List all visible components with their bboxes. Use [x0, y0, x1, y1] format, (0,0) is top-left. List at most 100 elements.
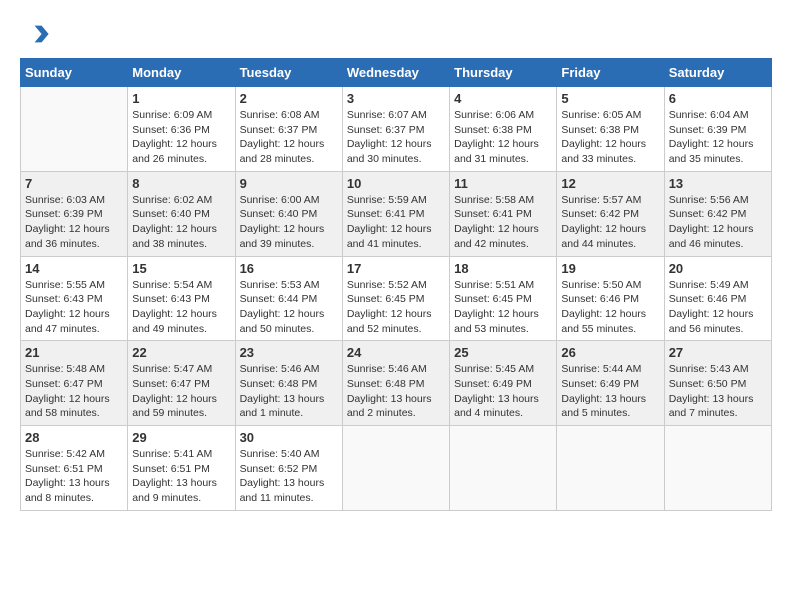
day-info: Sunrise: 6:09 AMSunset: 6:36 PMDaylight:… [132, 108, 230, 167]
calendar-cell: 17Sunrise: 5:52 AMSunset: 6:45 PMDayligh… [342, 256, 449, 341]
logo-icon [22, 20, 50, 48]
calendar-cell: 6 Sunrise: 6:04 AMSunset: 6:39 PMDaylight… [664, 87, 771, 172]
calendar-cell: 22Sunrise: 5:47 AMSunset: 6:47 PMDayligh… [128, 341, 235, 426]
calendar-cell: 21 Sunrise: 5:48 AMSunset: 6:47 PMDayligh… [21, 341, 128, 426]
day-info: Sunrise: 5:53 AMSunset: 6:44 PMDaylight:… [240, 278, 338, 337]
calendar-cell [664, 426, 771, 511]
calendar-header-thursday: Thursday [450, 59, 557, 87]
calendar-table: SundayMondayTuesdayWednesdayThursdayFrid… [20, 58, 772, 511]
logo [20, 20, 50, 48]
day-number: 27 [669, 345, 767, 360]
calendar-cell: 12 Sunrise: 5:57 AMSunset: 6:42 PMDayligh… [557, 171, 664, 256]
day-info: Sunrise: 5:58 AMSunset: 6:41 PMDaylight:… [454, 193, 552, 252]
day-number: 18 [454, 261, 552, 276]
calendar-cell [450, 426, 557, 511]
day-info: Sunrise: 5:48 AMSunset: 6:47 PMDaylight:… [25, 362, 123, 421]
day-number: 6 [669, 91, 767, 106]
day-info: Sunrise: 5:55 AMSunset: 6:43 PMDaylight:… [25, 278, 123, 337]
day-number: 10 [347, 176, 445, 191]
day-number: 3 [347, 91, 445, 106]
day-info: Sunrise: 5:46 AMSunset: 6:48 PMDaylight:… [347, 362, 445, 421]
day-number: 30 [240, 430, 338, 445]
day-info: Sunrise: 6:05 AMSunset: 6:38 PMDaylight:… [561, 108, 659, 167]
calendar-cell: 25 Sunrise: 5:45 AMSunset: 6:49 PMDayligh… [450, 341, 557, 426]
day-number: 25 [454, 345, 552, 360]
calendar-header-friday: Friday [557, 59, 664, 87]
calendar-cell: 15 Sunrise: 5:54 AMSunset: 6:43 PMDayligh… [128, 256, 235, 341]
day-number: 24 [347, 345, 445, 360]
day-number: 1 [132, 91, 230, 106]
day-info: Sunrise: 5:47 AMSunset: 6:47 PMDaylight:… [132, 362, 230, 421]
day-number: 7 [25, 176, 123, 191]
day-number: 2 [240, 91, 338, 106]
calendar-cell: 29 Sunrise: 5:41 AMSunset: 6:51 PMDayligh… [128, 426, 235, 511]
day-number: 9 [240, 176, 338, 191]
calendar-header-monday: Monday [128, 59, 235, 87]
calendar-cell [342, 426, 449, 511]
calendar-cell: 30 Sunrise: 5:40 AMSunset: 6:52 PMDayligh… [235, 426, 342, 511]
calendar-cell: 8Sunrise: 6:02 AMSunset: 6:40 PMDaylight… [128, 171, 235, 256]
day-info: Sunrise: 5:51 AMSunset: 6:45 PMDaylight:… [454, 278, 552, 337]
calendar-cell: 5 Sunrise: 6:05 AMSunset: 6:38 PMDaylight… [557, 87, 664, 172]
calendar-cell: 18 Sunrise: 5:51 AMSunset: 6:45 PMDayligh… [450, 256, 557, 341]
calendar-header-wednesday: Wednesday [342, 59, 449, 87]
day-info: Sunrise: 6:02 AMSunset: 6:40 PMDaylight:… [132, 193, 230, 252]
day-number: 21 [25, 345, 123, 360]
calendar-row-0: 1 Sunrise: 6:09 AMSunset: 6:36 PMDaylight… [21, 87, 772, 172]
calendar-cell: 19 Sunrise: 5:50 AMSunset: 6:46 PMDayligh… [557, 256, 664, 341]
day-number: 4 [454, 91, 552, 106]
day-number: 20 [669, 261, 767, 276]
day-info: Sunrise: 6:04 AMSunset: 6:39 PMDaylight:… [669, 108, 767, 167]
calendar-cell: 2 Sunrise: 6:08 AMSunset: 6:37 PMDaylight… [235, 87, 342, 172]
day-info: Sunrise: 5:41 AMSunset: 6:51 PMDaylight:… [132, 447, 230, 506]
day-info: Sunrise: 5:59 AMSunset: 6:41 PMDaylight:… [347, 193, 445, 252]
day-number: 23 [240, 345, 338, 360]
calendar-cell: 1 Sunrise: 6:09 AMSunset: 6:36 PMDaylight… [128, 87, 235, 172]
calendar-cell [557, 426, 664, 511]
calendar-cell: 13 Sunrise: 5:56 AMSunset: 6:42 PMDayligh… [664, 171, 771, 256]
day-info: Sunrise: 5:46 AMSunset: 6:48 PMDaylight:… [240, 362, 338, 421]
day-info: Sunrise: 5:56 AMSunset: 6:42 PMDaylight:… [669, 193, 767, 252]
page-header [20, 20, 772, 48]
day-info: Sunrise: 5:43 AMSunset: 6:50 PMDaylight:… [669, 362, 767, 421]
calendar-row-3: 21 Sunrise: 5:48 AMSunset: 6:47 PMDayligh… [21, 341, 772, 426]
calendar-cell: 23 Sunrise: 5:46 AMSunset: 6:48 PMDayligh… [235, 341, 342, 426]
day-info: Sunrise: 5:42 AMSunset: 6:51 PMDaylight:… [25, 447, 123, 506]
day-info: Sunrise: 5:54 AMSunset: 6:43 PMDaylight:… [132, 278, 230, 337]
calendar-row-1: 7 Sunrise: 6:03 AMSunset: 6:39 PMDaylight… [21, 171, 772, 256]
day-number: 11 [454, 176, 552, 191]
calendar-row-2: 14 Sunrise: 5:55 AMSunset: 6:43 PMDayligh… [21, 256, 772, 341]
calendar-cell: 3 Sunrise: 6:07 AMSunset: 6:37 PMDaylight… [342, 87, 449, 172]
day-info: Sunrise: 6:08 AMSunset: 6:37 PMDaylight:… [240, 108, 338, 167]
day-info: Sunrise: 5:50 AMSunset: 6:46 PMDaylight:… [561, 278, 659, 337]
day-info: Sunrise: 5:45 AMSunset: 6:49 PMDaylight:… [454, 362, 552, 421]
calendar-cell: 10 Sunrise: 5:59 AMSunset: 6:41 PMDayligh… [342, 171, 449, 256]
day-info: Sunrise: 6:06 AMSunset: 6:38 PMDaylight:… [454, 108, 552, 167]
calendar-header-tuesday: Tuesday [235, 59, 342, 87]
day-number: 28 [25, 430, 123, 445]
day-info: Sunrise: 5:52 AMSunset: 6:45 PMDaylight:… [347, 278, 445, 337]
day-number: 19 [561, 261, 659, 276]
day-number: 15 [132, 261, 230, 276]
day-number: 29 [132, 430, 230, 445]
calendar-header-row: SundayMondayTuesdayWednesdayThursdayFrid… [21, 59, 772, 87]
day-number: 12 [561, 176, 659, 191]
day-info: Sunrise: 5:40 AMSunset: 6:52 PMDaylight:… [240, 447, 338, 506]
day-info: Sunrise: 5:49 AMSunset: 6:46 PMDaylight:… [669, 278, 767, 337]
day-number: 14 [25, 261, 123, 276]
calendar-cell [21, 87, 128, 172]
calendar-cell: 7 Sunrise: 6:03 AMSunset: 6:39 PMDaylight… [21, 171, 128, 256]
calendar-cell: 20 Sunrise: 5:49 AMSunset: 6:46 PMDayligh… [664, 256, 771, 341]
day-info: Sunrise: 5:44 AMSunset: 6:49 PMDaylight:… [561, 362, 659, 421]
day-number: 5 [561, 91, 659, 106]
calendar-header-saturday: Saturday [664, 59, 771, 87]
day-info: Sunrise: 6:07 AMSunset: 6:37 PMDaylight:… [347, 108, 445, 167]
day-number: 13 [669, 176, 767, 191]
day-number: 26 [561, 345, 659, 360]
calendar-cell: 9Sunrise: 6:00 AMSunset: 6:40 PMDaylight… [235, 171, 342, 256]
day-number: 16 [240, 261, 338, 276]
calendar-cell: 16 Sunrise: 5:53 AMSunset: 6:44 PMDayligh… [235, 256, 342, 341]
day-info: Sunrise: 6:03 AMSunset: 6:39 PMDaylight:… [25, 193, 123, 252]
calendar-header-sunday: Sunday [21, 59, 128, 87]
day-info: Sunrise: 5:57 AMSunset: 6:42 PMDaylight:… [561, 193, 659, 252]
